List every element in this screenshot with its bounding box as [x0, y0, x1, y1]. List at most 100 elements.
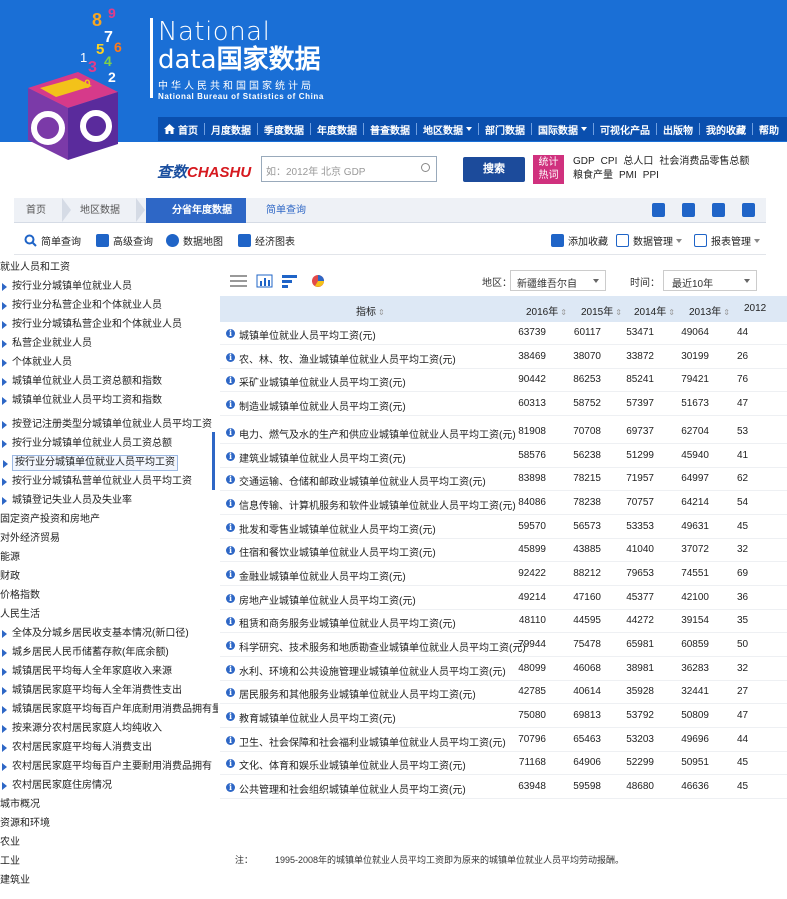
advanced-query-button[interactable]: 高级查询 — [96, 233, 153, 248]
brand-title[interactable]: National data国家数据 中华人民共和国国家统计局 National … — [158, 18, 324, 101]
print-icon[interactable] — [712, 203, 725, 217]
sidebar-subitem[interactable]: 全体及分城乡居民收支基本情况(新口径) — [2, 626, 189, 642]
info-icon[interactable] — [226, 451, 235, 461]
sidebar-category[interactable]: 资源和环境 — [0, 816, 50, 832]
sidebar-subitem[interactable]: 城镇居民家庭平均每人全年消费性支出 — [2, 683, 182, 699]
sidebar-category[interactable]: 农业 — [0, 835, 20, 851]
info-icon[interactable] — [226, 616, 235, 626]
info-icon[interactable] — [226, 522, 235, 532]
table-view-icon[interactable] — [230, 274, 247, 288]
sidebar-subitem[interactable]: 城镇居民家庭平均每百户年底耐用消费品拥有量 — [2, 702, 218, 718]
nav-home[interactable]: 首页 — [158, 117, 204, 141]
download-icon[interactable] — [652, 203, 665, 217]
col-indicator[interactable]: 指标 ⇕ — [356, 303, 385, 318]
info-icon[interactable] — [226, 758, 235, 768]
info-icon[interactable] — [226, 498, 235, 508]
search-button[interactable]: 搜索 — [463, 157, 525, 182]
time-select[interactable]: 最近10年 — [663, 270, 757, 291]
sidebar-scrollbar[interactable] — [212, 432, 215, 490]
sidebar-category[interactable]: 固定资产投资和房地产 — [0, 512, 100, 528]
info-icon[interactable] — [226, 593, 235, 603]
sidebar-category[interactable]: 工业 — [0, 854, 20, 870]
report-manage-button[interactable]: 报表管理 — [694, 233, 760, 248]
nav-publications[interactable]: 出版物 — [657, 117, 699, 141]
sidebar-category[interactable]: 建筑业 — [0, 873, 30, 889]
hot-word-population[interactable]: 总人口 — [623, 156, 653, 167]
bar-chart-icon[interactable] — [256, 274, 273, 288]
hot-word-grain[interactable]: 粮食产量 — [573, 170, 613, 181]
info-icon[interactable] — [226, 664, 235, 674]
hot-word-gdp[interactable]: GDP — [573, 156, 595, 167]
sidebar-subitem[interactable]: 农村居民家庭住房情况 — [2, 778, 112, 794]
nav-quarterly[interactable]: 季度数据 — [258, 117, 310, 141]
sidebar-subitem[interactable]: 按行业分私营企业和个体就业人员 — [2, 298, 162, 314]
sidebar-subitem[interactable]: 城镇居民平均每人全年家庭收入来源 — [2, 664, 172, 680]
hot-word-pmi[interactable]: PMI — [619, 170, 637, 181]
info-icon[interactable] — [226, 569, 235, 579]
sidebar-subitem[interactable]: 按来源分农村居民家庭人均纯收入 — [2, 721, 162, 737]
sidebar-subitem[interactable]: 按行业分城镇单位就业人员工资总额 — [2, 436, 172, 452]
info-icon[interactable] — [226, 711, 235, 721]
sidebar-subitem[interactable]: 按行业分城镇私营企业和个体就业人员 — [2, 317, 182, 333]
add-favorite-button[interactable]: 添加收藏 — [551, 233, 608, 248]
share-icon[interactable] — [742, 203, 755, 217]
search-icon[interactable] — [421, 163, 430, 172]
region-select[interactable]: 新疆维吾尔自 — [510, 270, 606, 291]
data-manage-button[interactable]: 数据管理 — [616, 233, 682, 248]
sidebar-subitem[interactable]: 按登记注册类型分城镇单位就业人员平均工资 — [2, 417, 212, 433]
sidebar-subitem[interactable]: 农村居民家庭平均每人消费支出 — [2, 740, 152, 756]
info-icon[interactable] — [226, 352, 235, 362]
sidebar-category[interactable]: 价格指数 — [0, 588, 40, 604]
sidebar-subitem[interactable]: 城镇单位就业人员平均工资和指数 — [2, 393, 162, 409]
nav-monthly[interactable]: 月度数据 — [205, 117, 257, 141]
col-year[interactable]: 2015年 ⇕ — [581, 303, 622, 318]
col-year[interactable]: 2016年 ⇕ — [526, 303, 567, 318]
info-icon[interactable] — [226, 640, 235, 650]
crumb-query[interactable]: 简单查询 — [266, 198, 306, 223]
sidebar-subitem[interactable]: 私营企业就业人员 — [2, 336, 92, 352]
nav-international[interactable]: 国际数据 — [532, 117, 593, 141]
pie-chart-icon[interactable] — [310, 274, 327, 288]
info-icon[interactable] — [226, 735, 235, 745]
sidebar-subitem[interactable]: 农村居民家庭平均每百户主要耐用消费品拥有 — [2, 759, 212, 775]
info-icon[interactable] — [226, 545, 235, 555]
search-input[interactable]: 如：2012年 北京 GDP — [261, 156, 437, 182]
hot-word-cpi[interactable]: CPI — [601, 156, 618, 167]
sidebar-subitem[interactable]: 城镇单位就业人员工资总额和指数 — [2, 374, 162, 390]
col-year[interactable]: 2014年 ⇕ — [634, 303, 675, 318]
sidebar-category[interactable]: 就业人员和工资 — [0, 260, 70, 276]
sidebar-subitem[interactable]: 个体就业人员 — [2, 355, 72, 371]
sidebar-subitem[interactable]: 按行业分城镇私营单位就业人员平均工资 — [2, 474, 192, 490]
hbar-chart-icon[interactable] — [282, 274, 299, 288]
simple-query-button[interactable]: 简单查询 — [24, 233, 81, 248]
sidebar-subitem[interactable]: 城镇登记失业人员及失业率 — [2, 493, 132, 509]
hot-word-ppi[interactable]: PPI — [643, 170, 659, 181]
hot-word-retail[interactable]: 社会消费品零售总额 — [659, 156, 749, 167]
sidebar-subitem[interactable]: 城乡居民人民币储蓄存款(年底余额) — [2, 645, 169, 661]
nav-annual[interactable]: 年度数据 — [311, 117, 363, 141]
sidebar-category[interactable]: 能源 — [0, 550, 20, 566]
copy-icon[interactable] — [682, 203, 695, 217]
crumb-region[interactable]: 地区数据 — [80, 198, 120, 223]
econ-chart-button[interactable]: 经济图表 — [238, 233, 295, 248]
crumb-home[interactable]: 首页 — [26, 198, 46, 223]
nav-department[interactable]: 部门数据 — [479, 117, 531, 141]
sidebar-subitem[interactable]: 按行业分城镇单位就业人员平均工资 — [3, 455, 178, 471]
info-icon[interactable] — [226, 328, 235, 338]
info-icon[interactable] — [226, 687, 235, 697]
info-icon[interactable] — [226, 375, 235, 385]
sidebar-category[interactable]: 财政 — [0, 569, 20, 585]
info-icon[interactable] — [226, 399, 235, 409]
crumb-active[interactable]: 分省年度数据 — [146, 198, 246, 223]
nav-visual-products[interactable]: 可视化产品 — [594, 117, 656, 141]
nav-census[interactable]: 普查数据 — [364, 117, 416, 141]
data-map-button[interactable]: 数据地图 — [166, 233, 223, 248]
sidebar-category[interactable]: 对外经济贸易 — [0, 531, 60, 547]
nav-help[interactable]: 帮助 — [753, 117, 785, 141]
sidebar-subitem[interactable]: 按行业分城镇单位就业人员 — [2, 279, 132, 295]
info-icon[interactable] — [226, 782, 235, 792]
nav-regional[interactable]: 地区数据 — [417, 117, 478, 141]
info-icon[interactable] — [226, 474, 235, 484]
col-year[interactable]: 2013年 ⇕ — [689, 303, 730, 318]
sidebar-category[interactable]: 人民生活 — [0, 607, 40, 623]
